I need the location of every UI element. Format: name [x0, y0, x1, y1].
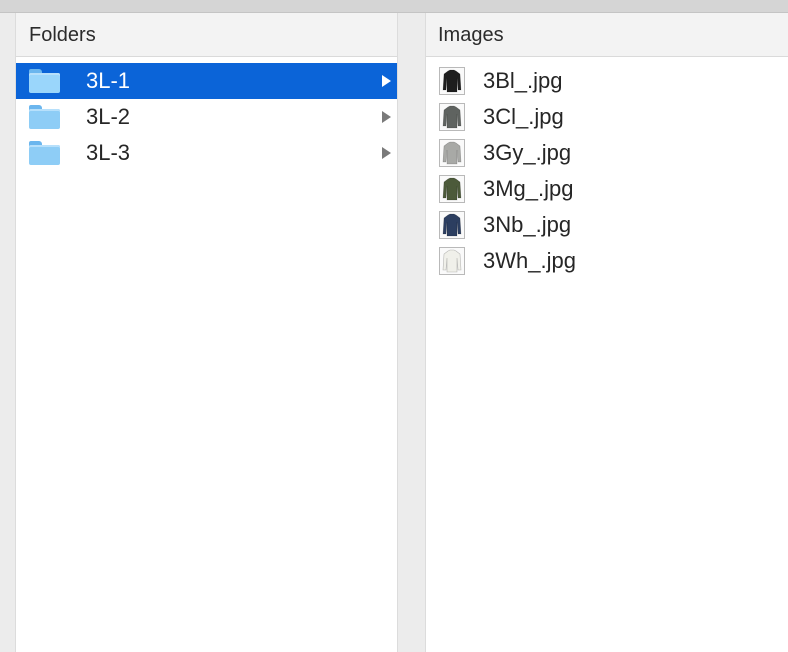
shirt-thumbnail-icon: [439, 175, 465, 203]
folder-row-3l-3[interactable]: 3L-3: [16, 135, 397, 171]
image-filename: 3Wh_.jpg: [483, 248, 576, 273]
shirt-thumbnail-icon: [439, 103, 465, 131]
images-header: Images: [426, 13, 788, 57]
image-row[interactable]: 3Mg_.jpg: [426, 171, 788, 207]
folder-label: 3L-3: [86, 140, 131, 165]
folder-label: 3L-1: [86, 68, 131, 93]
folder-icon: [29, 141, 60, 165]
image-row[interactable]: 3Bl_.jpg: [426, 63, 788, 99]
folder-label: 3L-2: [86, 104, 131, 129]
shirt-thumbnail-icon: [439, 67, 465, 95]
folder-icon: [29, 69, 60, 93]
images-list: 3Bl_.jpg 3Cl_.jpg 3Gy_.jpg 3Mg_.jpg 3Nb_…: [426, 57, 788, 279]
disclosure-triangle-icon[interactable]: [382, 75, 391, 87]
shirt-thumbnail-icon: [439, 247, 465, 275]
folder-row-3l-2[interactable]: 3L-2: [16, 99, 397, 135]
image-filename: 3Nb_.jpg: [483, 212, 572, 237]
image-filename: 3Bl_.jpg: [483, 68, 563, 93]
folders-header: Folders: [16, 13, 397, 57]
shirt-thumbnail-icon: [439, 211, 465, 239]
image-row[interactable]: 3Cl_.jpg: [426, 99, 788, 135]
image-row[interactable]: 3Wh_.jpg: [426, 243, 788, 279]
folder-icon: [29, 105, 60, 129]
image-filename: 3Cl_.jpg: [483, 104, 564, 129]
folders-pane: Folders 3L-1 3L-2 3L-3: [15, 13, 398, 652]
image-filename: 3Gy_.jpg: [483, 140, 572, 165]
image-row[interactable]: 3Nb_.jpg: [426, 207, 788, 243]
disclosure-triangle-icon[interactable]: [382, 111, 391, 123]
images-pane: Images 3Bl_.jpg 3Cl_.jpg 3Gy_.jpg 3Mg_.j…: [425, 13, 788, 652]
shirt-thumbnail-icon: [439, 139, 465, 167]
folders-list: 3L-1 3L-2 3L-3: [16, 57, 397, 171]
disclosure-triangle-icon[interactable]: [382, 147, 391, 159]
folder-row-3l-1[interactable]: 3L-1: [16, 63, 397, 99]
image-filename: 3Mg_.jpg: [483, 176, 574, 201]
image-row[interactable]: 3Gy_.jpg: [426, 135, 788, 171]
window-top-bar: [0, 0, 788, 13]
